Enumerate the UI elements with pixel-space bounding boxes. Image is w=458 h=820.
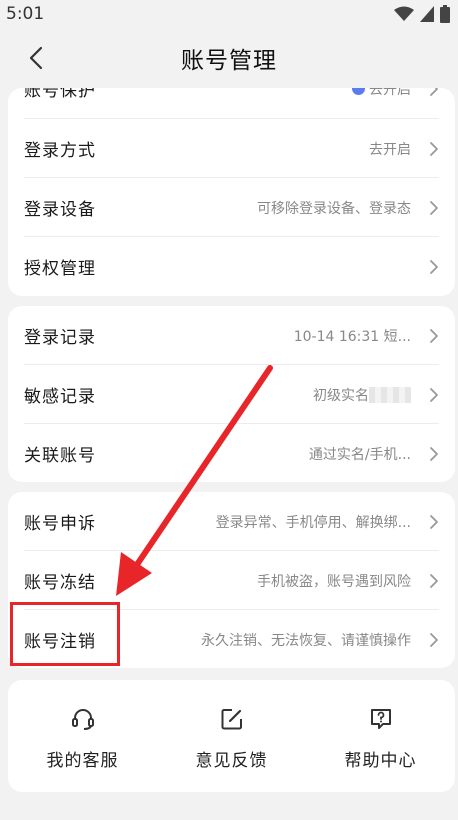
row-label: 账号保护 (24, 88, 96, 101)
records-card: 登录记录 10-14 16:31 短... 敏感记录 初级实名 关联账号 通过实… (8, 306, 455, 482)
row-login-records[interactable]: 登录记录 10-14 16:31 短... (8, 306, 455, 365)
chevron-right-icon (430, 88, 438, 96)
row-label: 敏感记录 (24, 387, 96, 407)
row-value: 可移除登录设备、登录态 (257, 200, 411, 217)
chevron-left-icon (29, 46, 43, 70)
chevron-right-icon (430, 328, 438, 343)
row-account-cancellation[interactable]: 账号注销 永久注销、无法恢复、请谨慎操作 (8, 610, 455, 668)
quick-action-label: 帮助中心 (344, 751, 417, 771)
chevron-right-icon (430, 141, 438, 156)
status-time: 5:01 (6, 4, 45, 24)
chevron-right-icon (430, 446, 438, 461)
row-value: 手机被盗，账号遇到风险 (257, 573, 411, 590)
row-value: 10-14 16:31 短... (293, 328, 411, 345)
row-account-protection[interactable]: 账号保护 去开启 (8, 88, 455, 118)
row-label: 账号冻结 (24, 573, 96, 593)
row-label: 登录设备 (24, 200, 96, 220)
page-title: 账号管理 (181, 48, 277, 74)
chevron-right-icon (430, 514, 438, 529)
headset-icon (71, 709, 94, 730)
wifi-icon (394, 6, 414, 21)
row-label: 关联账号 (24, 446, 96, 466)
row-value: 登录异常、手机停用、解换绑... (215, 514, 411, 531)
row-login-method[interactable]: 登录方式 去开启 (8, 119, 455, 178)
row-account-appeal[interactable]: 账号申诉 登录异常、手机停用、解换绑... (8, 492, 455, 551)
row-account-freeze[interactable]: 账号冻结 手机被盗，账号遇到风险 (8, 551, 455, 610)
security-card: 账号保护 去开启 登录方式 去开启 登录设备 可移除登录设备、登录态 授权管理 (8, 88, 455, 296)
row-value-text: 去开启 (369, 88, 411, 98)
row-label: 登录方式 (24, 141, 96, 161)
status-bar: 5:01 (0, 0, 458, 28)
quick-actions-card: 我的客服 意见反馈 帮助中心 (8, 680, 455, 792)
quick-action-label: 我的客服 (46, 751, 119, 771)
row-login-devices[interactable]: 登录设备 可移除登录设备、登录态 (8, 178, 455, 237)
edit-icon (221, 709, 242, 730)
signal-icon (420, 6, 434, 22)
row-label: 账号注销 (24, 632, 96, 652)
row-label: 授权管理 (24, 259, 96, 279)
chevron-right-icon (430, 259, 438, 274)
chevron-right-icon (430, 200, 438, 215)
row-value: 去开启 (369, 141, 411, 158)
row-value-text: 初级实名 (313, 387, 369, 404)
row-value: 去开启 (352, 88, 411, 99)
quick-action-feedback[interactable]: 意见反馈 (157, 680, 306, 792)
quick-action-label: 意见反馈 (195, 751, 268, 771)
chevron-right-icon (430, 632, 438, 647)
back-button[interactable] (22, 44, 50, 72)
row-authorization[interactable]: 授权管理 (8, 237, 455, 296)
quick-action-help-center[interactable]: 帮助中心 (306, 680, 455, 792)
redacted-patch (369, 386, 411, 403)
row-sensitive-records[interactable]: 敏感记录 初级实名 (8, 365, 455, 424)
row-value: 初级实名 (313, 385, 411, 405)
check-badge-icon (352, 88, 365, 95)
row-label: 登录记录 (24, 328, 96, 348)
row-linked-accounts[interactable]: 关联账号 通过实名/手机... (8, 424, 455, 482)
chevron-right-icon (430, 387, 438, 402)
battery-icon (440, 5, 450, 23)
status-icons (394, 5, 450, 23)
row-value: 通过实名/手机... (308, 446, 411, 463)
account-card: 账号申诉 登录异常、手机停用、解换绑... 账号冻结 手机被盗，账号遇到风险 账… (8, 492, 455, 668)
row-value: 永久注销、无法恢复、请谨慎操作 (201, 632, 411, 649)
nav-bar: 账号管理 (0, 28, 458, 88)
quick-action-customer-service[interactable]: 我的客服 (8, 680, 157, 792)
help-icon (370, 709, 391, 729)
chevron-right-icon (430, 573, 438, 588)
row-label: 账号申诉 (24, 514, 96, 534)
